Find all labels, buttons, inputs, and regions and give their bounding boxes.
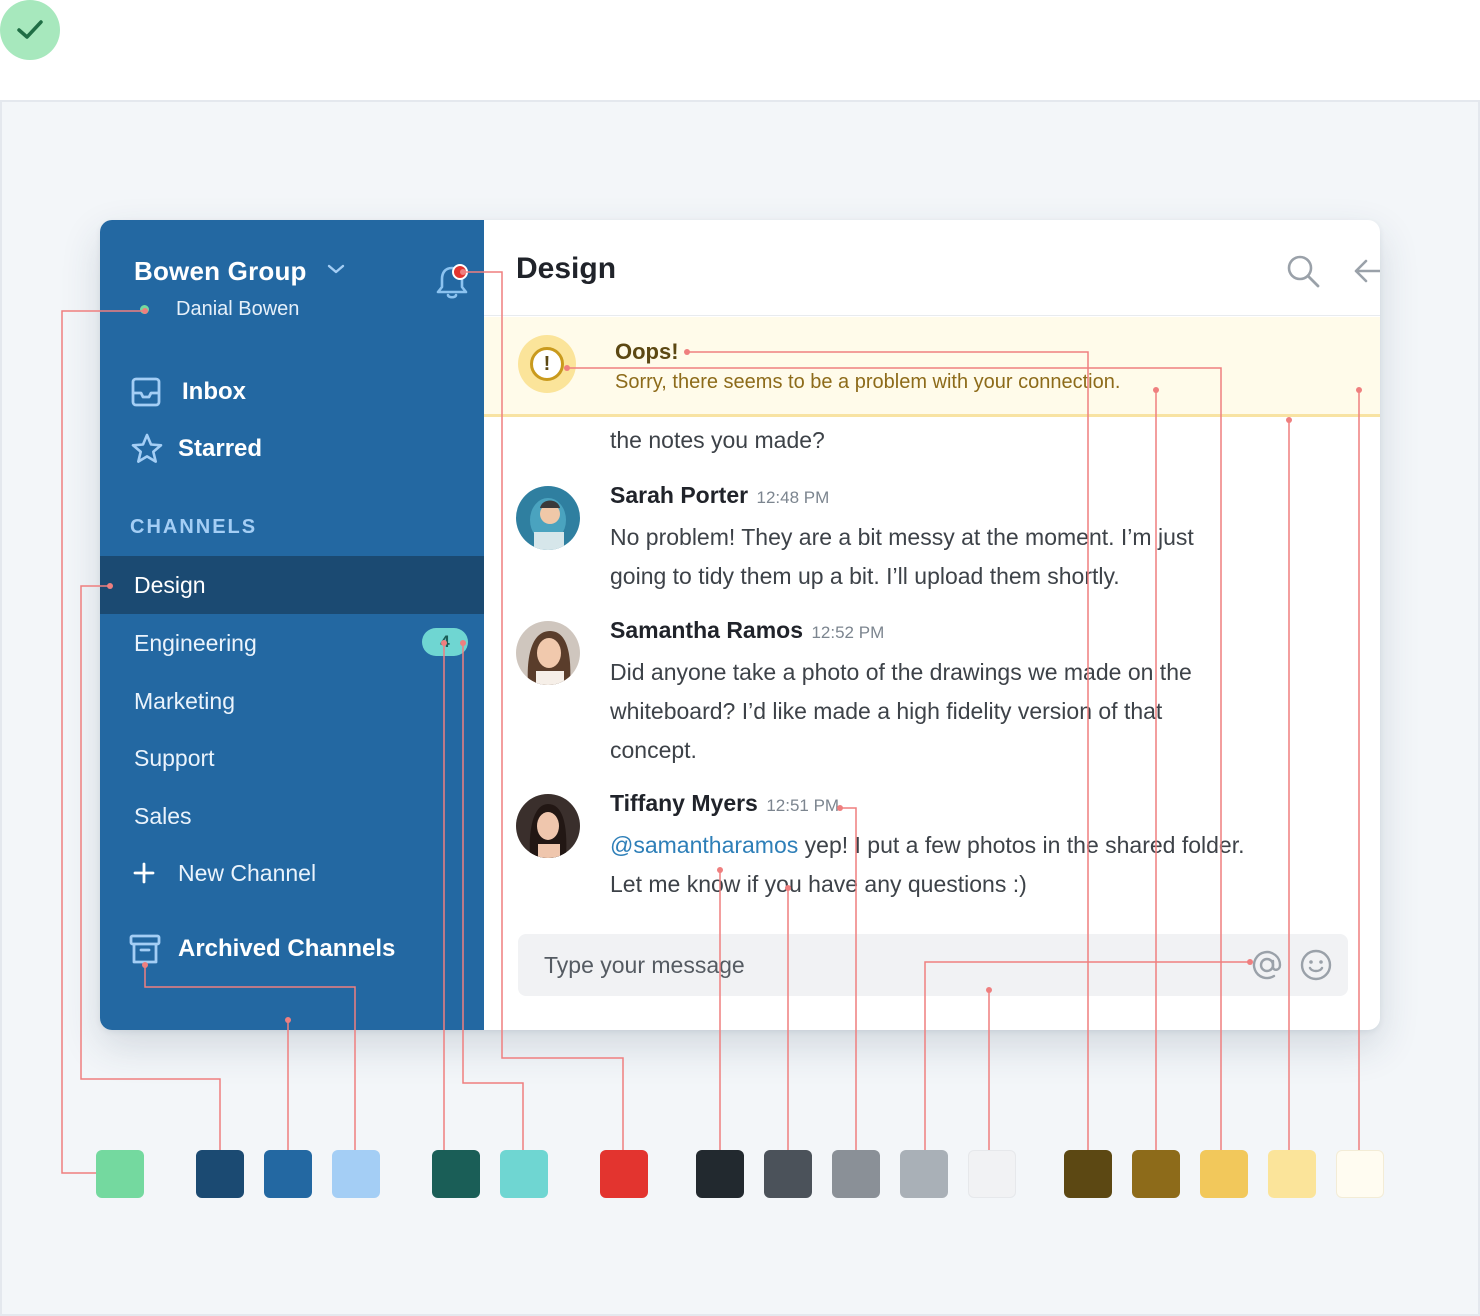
archive-icon <box>129 934 161 964</box>
channels-heading: CHANNELS <box>130 516 258 538</box>
online-status-dot <box>140 305 149 314</box>
color-swatch-yellow-5 <box>1336 1150 1384 1198</box>
color-swatch-green <box>96 1150 144 1198</box>
notification-dot <box>452 264 468 280</box>
search-icon[interactable] <box>1286 254 1320 288</box>
channel-support[interactable]: Support <box>100 729 484 787</box>
channel-title: Design <box>516 252 617 285</box>
message-text: Let me know if you have any questions :) <box>610 871 1027 897</box>
nav-starred[interactable]: Starred <box>130 432 262 466</box>
color-swatch-grey-3 <box>832 1150 880 1198</box>
message-text: Did anyone take a photo of the drawings … <box>610 659 1192 685</box>
color-swatch-yellow-3 <box>1200 1150 1248 1198</box>
avatar[interactable] <box>516 794 580 858</box>
color-swatch-teal-dark <box>432 1150 480 1198</box>
message-author[interactable]: Samantha Ramos <box>610 617 803 643</box>
color-swatch-grey-1 <box>696 1150 744 1198</box>
team-name[interactable]: Bowen Group <box>134 256 307 287</box>
smile-icon[interactable] <box>1299 948 1333 982</box>
message-composer[interactable]: Type your message <box>518 934 1348 996</box>
message-trailing-text: the notes you made? <box>610 427 825 453</box>
avatar[interactable] <box>516 486 580 550</box>
success-check-icon <box>0 0 60 60</box>
color-swatch-blue <box>264 1150 312 1198</box>
color-swatch-grey-5 <box>968 1150 1016 1198</box>
star-icon <box>131 433 163 463</box>
message-text: going to tidy them up a bit. I’ll upload… <box>610 563 1120 589</box>
chevron-down-icon[interactable] <box>326 262 346 276</box>
color-swatch-grey-2 <box>764 1150 812 1198</box>
user-name: Danial Bowen <box>176 298 300 320</box>
unread-badge: 4 <box>422 628 468 656</box>
nav-inbox[interactable]: Inbox <box>130 376 246 408</box>
channel-label: Marketing <box>134 687 235 714</box>
plus-icon <box>133 862 155 884</box>
nav-starred-label: Starred <box>178 435 263 462</box>
avatar[interactable] <box>516 621 580 685</box>
channel-engineering[interactable]: Engineering 4 <box>100 614 484 672</box>
color-swatch-grey-4 <box>900 1150 948 1198</box>
message-time: 12:52 PM <box>811 623 885 642</box>
channel-label: Engineering <box>134 629 257 656</box>
message-author[interactable]: Tiffany Myers <box>610 790 758 816</box>
color-swatch-yellow-2 <box>1132 1150 1180 1198</box>
channel-label: Sales <box>134 802 192 829</box>
nav-archived-channels[interactable]: Archived Channels <box>128 932 395 966</box>
sidebar: Bowen Group Danial Bowen Inbox Starred C… <box>100 220 484 1030</box>
arrow-left-icon[interactable] <box>1352 254 1380 288</box>
channel-marketing[interactable]: Marketing <box>100 672 484 730</box>
color-swatch-yellow-4 <box>1268 1150 1316 1198</box>
channel-design[interactable]: Design <box>100 556 484 614</box>
message-time: 12:51 PM <box>766 796 840 815</box>
main-panel: Design ! Oops! Sorry, there seems to be … <box>484 220 1380 1030</box>
channel-label: Support <box>134 744 215 771</box>
channel-sales[interactable]: Sales <box>100 787 484 845</box>
user-mention[interactable]: @samantharamos <box>610 832 798 858</box>
connection-alert: ! Oops! Sorry, there seems to be a probl… <box>484 317 1380 417</box>
at-icon[interactable] <box>1250 948 1284 982</box>
message-text: whiteboard? I’d like made a high fidelit… <box>610 698 1163 724</box>
message-input-placeholder[interactable]: Type your message <box>544 952 745 979</box>
nav-inbox-label: Inbox <box>182 378 246 405</box>
message-text-rest: yep! I put a few photos in the shared fo… <box>798 832 1245 858</box>
message-time: 12:48 PM <box>756 488 830 507</box>
channel-label: Design <box>134 571 206 598</box>
current-user: Danial Bowen <box>140 298 299 321</box>
message-list: the notes you made? Sarah Porter 12:48 P… <box>484 420 1380 920</box>
message-author[interactable]: Sarah Porter <box>610 482 748 508</box>
message-text: @samantharamos yep! I put a few photos i… <box>610 826 1330 865</box>
new-channel-label: New Channel <box>178 859 317 886</box>
color-swatch-blue-dark <box>196 1150 244 1198</box>
chat-app-window: Bowen Group Danial Bowen Inbox Starred C… <box>100 220 1380 1030</box>
new-channel-button[interactable]: New Channel <box>100 844 484 902</box>
message-text: concept. <box>610 737 697 763</box>
alert-title: Oops! <box>615 339 679 364</box>
message-text: No problem! They are a bit messy at the … <box>610 524 1194 550</box>
color-swatch-red <box>600 1150 648 1198</box>
channel-header: Design <box>484 220 1380 316</box>
color-swatch-teal <box>500 1150 548 1198</box>
inbox-icon <box>131 377 161 407</box>
color-swatch-yellow-1 <box>1064 1150 1112 1198</box>
color-swatch-blue-light <box>332 1150 380 1198</box>
archived-label: Archived Channels <box>178 935 396 962</box>
warning-icon: ! <box>518 335 576 393</box>
alert-message: Sorry, there seems to be a problem with … <box>615 371 1121 393</box>
